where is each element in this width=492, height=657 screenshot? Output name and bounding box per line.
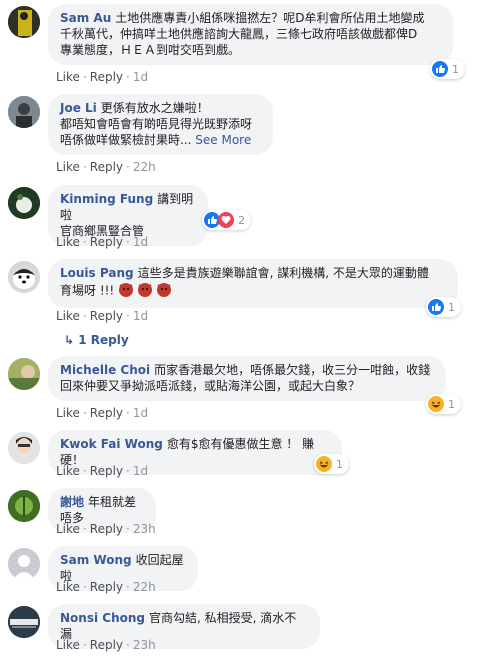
timestamp[interactable]: 1d (133, 309, 148, 323)
reply-button[interactable]: Reply (90, 464, 123, 478)
reply-arrow-icon: ↳ (64, 333, 75, 347)
comment-actions: Like · Reply · 22h (56, 160, 156, 174)
timestamp[interactable]: 22h (133, 160, 156, 174)
reply-button[interactable]: Reply (90, 309, 123, 323)
avatar[interactable] (8, 606, 40, 638)
avatar-image (8, 432, 40, 464)
avatar[interactable] (8, 358, 40, 390)
avatar[interactable] (8, 548, 40, 580)
like-reaction-icon (428, 299, 444, 315)
comment-text: 都唔知會唔會有啲唔見得光既野添呀 (60, 117, 253, 131)
like-button[interactable]: Like (56, 522, 80, 536)
haha-reaction-icon (316, 456, 332, 472)
timestamp[interactable]: 1d (133, 70, 148, 84)
reply-button[interactable]: Reply (90, 522, 123, 536)
commenter-name[interactable]: Sam Wong (60, 553, 132, 567)
timestamp[interactable]: 1d (133, 235, 148, 249)
comment-text: 專業態度，ＨＥＡ到咁交唔到戲。 (60, 43, 241, 57)
like-reaction-icon (432, 61, 448, 77)
commenter-name[interactable]: Joe Li (60, 101, 97, 115)
timestamp[interactable]: 23h (133, 638, 156, 652)
avatar[interactable] (8, 6, 40, 38)
reaction-count: 1 (448, 300, 455, 314)
reply-button[interactable]: Reply (90, 70, 123, 84)
avatar[interactable] (8, 490, 40, 522)
avatar-image (8, 606, 40, 638)
comment-text: 千秋萬代，仲搞咩土地供應諮詢大龍鳳，三條七政府唔該做戲都俾D (60, 27, 418, 41)
avatar-image (8, 261, 40, 293)
avatar[interactable] (8, 261, 40, 293)
reaction-summary[interactable]: 1 (426, 394, 461, 414)
comment-bubble: Louis Pang 這些多是貴族遊樂聯誼會, 謀利機構, 不是大眾的運動體 育場… (48, 259, 458, 308)
reaction-summary[interactable]: 1 (314, 454, 349, 474)
comment-actions: Like · Reply · 1d (56, 309, 149, 323)
avatar-image (8, 6, 40, 38)
comment-actions: Like · Reply · 1d (56, 70, 149, 84)
reaction-count: 1 (448, 397, 455, 411)
avatar-image (8, 358, 40, 390)
avatar[interactable] (8, 96, 40, 128)
view-replies-link[interactable]: ↳ 1 Reply (64, 333, 129, 347)
comment-bubble: Joe Li 更係有放水之嫌啦！ 都唔知會唔會有啲唔見得光既野添呀 唔係做咩做緊檢… (48, 94, 273, 155)
avatar[interactable] (8, 187, 40, 219)
comment-actions: Like · Reply · 23h (56, 638, 156, 652)
comment-actions: Like · Reply · 23h (56, 522, 156, 536)
timestamp[interactable]: 1d (133, 406, 148, 420)
commenter-name[interactable]: 謝地 (60, 495, 84, 509)
comment-text: 回來仲要又爭拗派唔派錢，或貼海洋公園，或起大白象？ (60, 379, 361, 393)
like-button[interactable]: Like (56, 309, 80, 323)
avatar-image (8, 96, 40, 128)
like-button[interactable]: Like (56, 580, 80, 594)
like-button[interactable]: Like (56, 406, 80, 420)
comment-text: 這些多是貴族遊樂聯誼會, 謀利機構, 不是大眾的運動體 (137, 266, 429, 280)
comment-actions: Like · Reply · 1d (56, 464, 149, 478)
comment-text: 唔係做咩做緊檢討果時... (60, 133, 192, 147)
timestamp[interactable]: 23h (133, 522, 156, 536)
comment-text: 育場呀 !!! (60, 283, 115, 298)
commenter-name[interactable]: Kwok Fai Wong (60, 437, 163, 451)
reaction-count: 1 (336, 457, 343, 471)
timestamp[interactable]: 22h (133, 580, 156, 594)
reaction-summary[interactable]: 1 (426, 297, 461, 317)
avatar-image (8, 490, 40, 522)
reply-button[interactable]: Reply (90, 580, 123, 594)
see-more-link[interactable]: See More (195, 133, 251, 147)
commenter-name[interactable]: Sam Au (60, 11, 111, 25)
like-button[interactable]: Like (56, 160, 80, 174)
comment-text: 而家香港最欠地，唔係最欠錢，收三分一咁蝕，收錢 (154, 363, 431, 377)
reaction-summary[interactable]: 2 (202, 210, 251, 230)
comment-text: 更係有放水之嫌啦！ (100, 101, 209, 115)
like-button[interactable]: Like (56, 464, 80, 478)
avatar[interactable] (8, 432, 40, 464)
replies-count: 1 Reply (78, 333, 129, 347)
like-button[interactable]: Like (56, 638, 80, 652)
like-button[interactable]: Like (56, 70, 80, 84)
commenter-name[interactable]: Louis Pang (60, 266, 134, 280)
reaction-summary[interactable]: 1 (430, 59, 465, 79)
love-reaction-icon (218, 212, 234, 228)
comment-actions: Like · Reply · 1d (56, 235, 149, 249)
comment-text: 土地供應專責小組係咪搵撚左？呢D牟利會所佔用土地變成 (115, 11, 425, 25)
haha-reaction-icon (428, 396, 444, 412)
commenter-name[interactable]: Nonsi Chong (60, 611, 145, 625)
comment-bubble: Sam Au 土地供應專責小組係咪搵撚左？呢D牟利會所佔用土地變成 千秋萬代，仲搞… (48, 4, 453, 65)
comment-bubble: Michelle Choi 而家香港最欠地，唔係最欠錢，收三分一咁蝕，收錢 回來仲… (48, 356, 446, 401)
devil-emoji-icon (118, 281, 174, 301)
reply-button[interactable]: Reply (90, 235, 123, 249)
commenter-name[interactable]: Michelle Choi (60, 363, 150, 377)
like-button[interactable]: Like (56, 235, 80, 249)
comment-actions: Like · Reply · 22h (56, 580, 156, 594)
avatar-image (8, 187, 40, 219)
reply-button[interactable]: Reply (90, 406, 123, 420)
reaction-count: 2 (238, 213, 245, 227)
reply-button[interactable]: Reply (90, 160, 123, 174)
timestamp[interactable]: 1d (133, 464, 148, 478)
reply-button[interactable]: Reply (90, 638, 123, 652)
reaction-count: 1 (452, 62, 459, 76)
comment-actions: Like · Reply · 1d (56, 406, 149, 420)
commenter-name[interactable]: Kinming Fung (60, 192, 153, 206)
default-avatar-icon (8, 548, 40, 580)
